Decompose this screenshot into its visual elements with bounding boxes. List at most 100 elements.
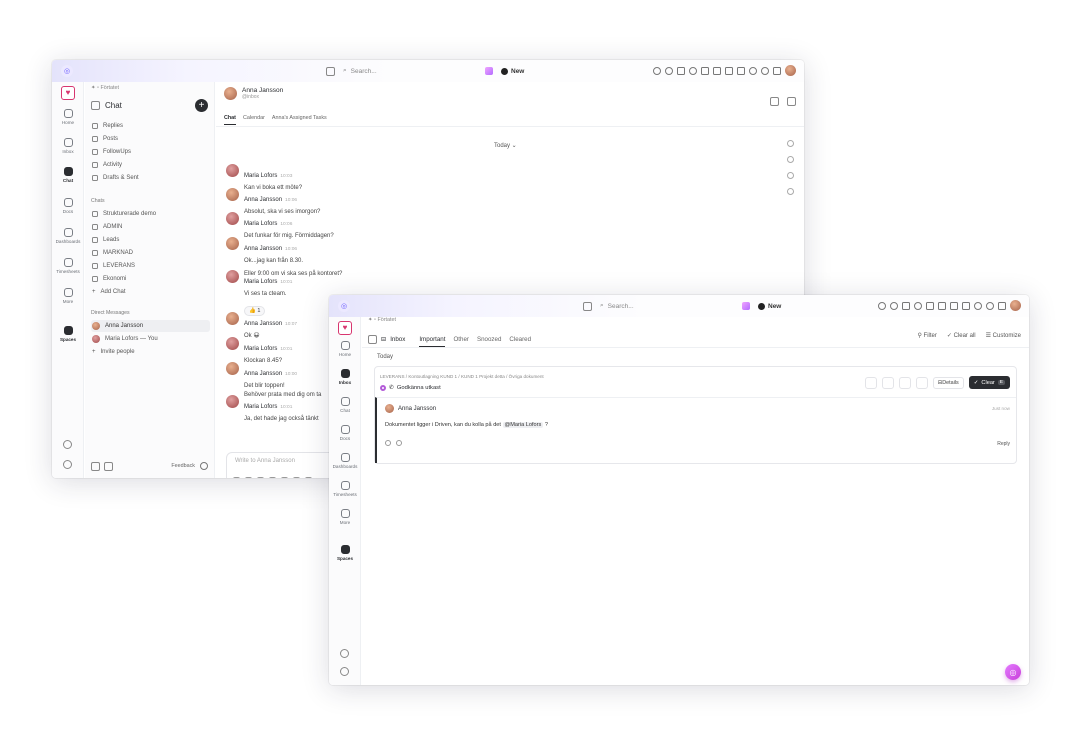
channel-item[interactable]: Strukturerade demo xyxy=(91,208,210,220)
dm-item-self[interactable]: Maria Lofors — You xyxy=(91,333,210,345)
people-icon[interactable] xyxy=(749,66,757,75)
sidebar-item-activity[interactable]: Activity xyxy=(91,159,210,171)
customize-button[interactable]: ☰ Customize xyxy=(986,332,1021,339)
emoji-icon[interactable] xyxy=(257,477,264,478)
tab-chat[interactable]: Chat xyxy=(224,115,236,125)
gear-icon[interactable] xyxy=(200,462,208,470)
task-title[interactable]: ✆ Godkänna utkast xyxy=(380,385,441,391)
channel-item[interactable]: Ekonomi xyxy=(91,273,210,285)
attach-icon[interactable] xyxy=(245,477,252,478)
new-button[interactable]: New xyxy=(501,67,524,75)
search-bar[interactable]: ⌕ Search... xyxy=(343,65,477,77)
bell-icon[interactable] xyxy=(881,376,894,389)
video-icon[interactable] xyxy=(926,301,934,310)
ai-icon[interactable] xyxy=(485,67,493,75)
sidebar-item-posts[interactable]: Posts xyxy=(91,133,210,145)
rail-chat[interactable]: Chat xyxy=(329,397,361,413)
workspace-logo-icon[interactable]: ♥ xyxy=(338,321,352,335)
rail-dashboards[interactable]: Dashboards xyxy=(52,228,84,244)
panel-icon[interactable] xyxy=(787,97,796,106)
breadcrumb[interactable]: ✦ ▫ Förtatet xyxy=(368,317,396,323)
video-icon[interactable] xyxy=(701,66,709,75)
calendar-icon[interactable] xyxy=(583,301,592,311)
plus-icon[interactable] xyxy=(233,477,240,478)
app-logo-icon[interactable]: ◎ xyxy=(61,65,73,77)
help-icon[interactable] xyxy=(986,301,994,310)
calendar-icon[interactable] xyxy=(326,66,335,76)
apps-icon[interactable] xyxy=(998,301,1006,310)
chevron-down-icon[interactable] xyxy=(770,97,779,106)
ai-assistant-button[interactable]: ◎ xyxy=(1005,664,1021,680)
chart-icon[interactable] xyxy=(737,66,745,75)
invite-user-icon[interactable] xyxy=(340,649,349,658)
people-icon[interactable] xyxy=(974,301,982,310)
like-icon[interactable] xyxy=(385,440,391,446)
tab-assigned-tasks[interactable]: Anna's Assigned Tasks xyxy=(272,115,327,125)
open-icon[interactable] xyxy=(898,376,911,389)
rail-more[interactable]: More xyxy=(52,288,84,304)
details-button[interactable]: ⊟ Details xyxy=(932,376,964,389)
feedback-link[interactable]: Feedback xyxy=(171,463,195,469)
invite-user-icon[interactable] xyxy=(63,440,72,449)
comment-block[interactable]: Anna Jansson Just now Dokumentet ligger … xyxy=(375,397,1016,463)
clock-icon[interactable] xyxy=(689,66,697,75)
reply-button[interactable]: Reply xyxy=(997,441,1010,447)
mic-icon[interactable] xyxy=(305,477,312,478)
rail-docs[interactable]: Docs xyxy=(52,198,84,214)
date-separator[interactable]: Today ⌄ xyxy=(494,142,517,149)
channel-item[interactable]: ADMIN xyxy=(91,221,210,233)
rail-dashboards[interactable]: Dashboards xyxy=(329,453,361,469)
settings-icon[interactable] xyxy=(91,461,100,471)
rail-docs[interactable]: Docs xyxy=(329,425,361,441)
whiteboard-icon[interactable] xyxy=(713,66,721,75)
apps-icon[interactable] xyxy=(773,66,781,75)
location-breadcrumb[interactable]: LEVERANS / Kontoutlagning KUND 1 / KUND … xyxy=(380,374,544,379)
rail-timesheets[interactable]: Timesheets xyxy=(329,481,361,497)
help-icon[interactable] xyxy=(340,667,349,676)
clear-all-button[interactable]: ✓ Clear all xyxy=(947,332,976,339)
alarm-icon[interactable] xyxy=(665,66,673,75)
comment-icon[interactable] xyxy=(787,156,794,163)
app-logo-icon[interactable]: ◎ xyxy=(338,300,350,312)
notepad-icon[interactable] xyxy=(677,66,685,75)
tab-calendar[interactable]: Calendar xyxy=(243,115,265,125)
sidebar-item-replies[interactable]: Replies xyxy=(91,120,210,132)
rail-spaces[interactable]: Spaces xyxy=(52,326,84,342)
channel-item[interactable]: Leads xyxy=(91,234,210,246)
rail-spaces[interactable]: Spaces xyxy=(329,545,361,561)
doc-icon[interactable] xyxy=(725,66,733,75)
search-bar[interactable]: ⌕ Search... xyxy=(600,300,734,312)
notepad-icon[interactable] xyxy=(902,301,910,310)
rail-inbox[interactable]: Inbox xyxy=(52,138,84,154)
record-icon[interactable] xyxy=(878,301,886,310)
search-icon[interactable] xyxy=(787,140,794,147)
tab-cleared[interactable]: Cleared xyxy=(509,336,531,343)
workspace-logo-icon[interactable]: ♥ xyxy=(61,86,75,100)
help-icon[interactable] xyxy=(761,66,769,75)
snooze-icon[interactable] xyxy=(864,376,877,389)
breadcrumb[interactable]: ✦ ▫ Förtatet xyxy=(91,85,119,91)
channel-item[interactable]: MARKNAD xyxy=(91,247,210,259)
sidebar-toggle-icon[interactable] xyxy=(368,334,377,344)
chat-message[interactable]: Maria Lofors 10:01 Ja, det hade jag också … xyxy=(226,395,319,424)
new-button[interactable]: New xyxy=(758,302,781,310)
tab-important[interactable]: Important xyxy=(419,336,446,347)
status-icon[interactable] xyxy=(380,385,386,391)
alarm-icon[interactable] xyxy=(890,301,898,310)
rail-inbox[interactable]: Inbox xyxy=(329,369,361,385)
sidebar-toggle-icon[interactable] xyxy=(91,101,100,110)
clear-button[interactable]: ✓ Clear E xyxy=(968,376,1010,389)
sidebar-item-followups[interactable]: FollowUps xyxy=(91,146,210,158)
add-chat-button[interactable]: + Add Chat xyxy=(91,286,210,298)
rail-timesheets[interactable]: Timesheets xyxy=(52,258,84,274)
emoji-icon[interactable] xyxy=(396,440,402,446)
tab-other[interactable]: Other xyxy=(453,336,468,343)
gif-icon[interactable] xyxy=(281,477,288,478)
rail-home[interactable]: Home xyxy=(52,109,84,125)
inbox-notification-card[interactable]: LEVERANS / Kontoutlagning KUND 1 / KUND … xyxy=(374,366,1017,464)
new-chat-button[interactable]: + xyxy=(195,99,208,112)
tab-snoozed[interactable]: Snoozed xyxy=(477,336,501,343)
grid-icon[interactable] xyxy=(104,461,113,471)
whiteboard-icon[interactable] xyxy=(938,301,946,310)
mention-tag[interactable]: @Maria Lofors xyxy=(502,422,544,428)
